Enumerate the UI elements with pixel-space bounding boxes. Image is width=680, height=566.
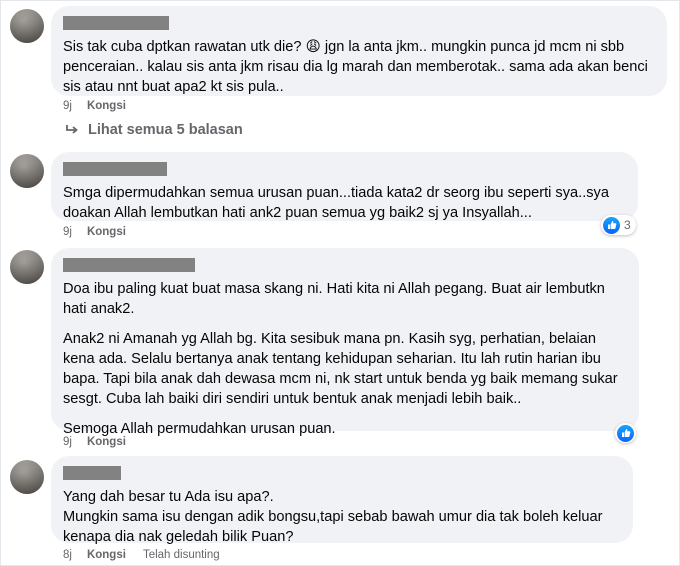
comment-timestamp[interactable]: 9j — [63, 436, 72, 448]
comment-text: Smga dipermudahkan semua urusan puan...t… — [63, 185, 609, 221]
reaction-badge[interactable]: 3 — [601, 215, 636, 235]
share-link[interactable]: Kongsi — [87, 549, 126, 561]
comment-bubble: Sis tak cuba dptkan rawatan utk die? 😩 j… — [51, 6, 667, 96]
reaction-badge[interactable] — [615, 423, 636, 443]
avatar[interactable] — [10, 9, 44, 43]
comment-bubble: Yang dah besar tu Ada isu apa?. Mungkin … — [51, 456, 633, 545]
comment-text-paragraph: Anak2 ni Amanah yg Allah bg. Kita sesibu… — [63, 331, 618, 407]
reply-arrow-icon — [66, 125, 78, 134]
redacted-author-name[interactable] — [63, 16, 169, 30]
comment-text-paragraph: Semoga Allah permudahkan urusan puan. — [63, 421, 336, 437]
avatar[interactable] — [10, 154, 44, 188]
comment-text-paragraph: Doa ibu paling kuat buat masa skang ni. … — [63, 281, 605, 317]
comment-text: Yang dah besar tu Ada isu apa?. Mungkin … — [63, 489, 603, 545]
comment-actions: 8j Kongsi Telah disunting — [63, 549, 220, 561]
comment-actions: 9j Kongsi — [63, 226, 126, 238]
redacted-author-name[interactable] — [63, 162, 167, 176]
view-replies-label: Lihat semua 5 balasan — [88, 122, 243, 138]
comment-bubble: Smga dipermudahkan semua urusan puan...t… — [51, 152, 638, 221]
comments-panel: Sis tak cuba dptkan rawatan utk die? 😩 j… — [0, 0, 680, 566]
like-reaction-icon — [603, 216, 620, 234]
edited-label[interactable]: Telah disunting — [143, 549, 220, 561]
reaction-count: 3 — [624, 218, 631, 232]
comment-timestamp[interactable]: 9j — [63, 100, 72, 112]
comment-timestamp[interactable]: 8j — [63, 549, 72, 561]
comment-actions: 9j Kongsi — [63, 100, 126, 112]
like-reaction-icon — [617, 424, 634, 442]
share-link[interactable]: Kongsi — [87, 436, 126, 448]
comment-actions: 9j Kongsi — [63, 436, 126, 448]
redacted-author-name[interactable] — [63, 258, 195, 272]
comment-timestamp[interactable]: 9j — [63, 226, 72, 238]
share-link[interactable]: Kongsi — [87, 226, 126, 238]
avatar[interactable] — [10, 250, 44, 284]
avatar[interactable] — [10, 460, 44, 494]
share-link[interactable]: Kongsi — [87, 100, 126, 112]
redacted-author-name[interactable] — [63, 466, 121, 480]
comment-text: Sis tak cuba dptkan rawatan utk die? 😩 j… — [63, 39, 648, 95]
view-replies-link[interactable]: Lihat semua 5 balasan — [65, 122, 243, 138]
comment-bubble: Doa ibu paling kuat buat masa skang ni. … — [51, 248, 639, 437]
